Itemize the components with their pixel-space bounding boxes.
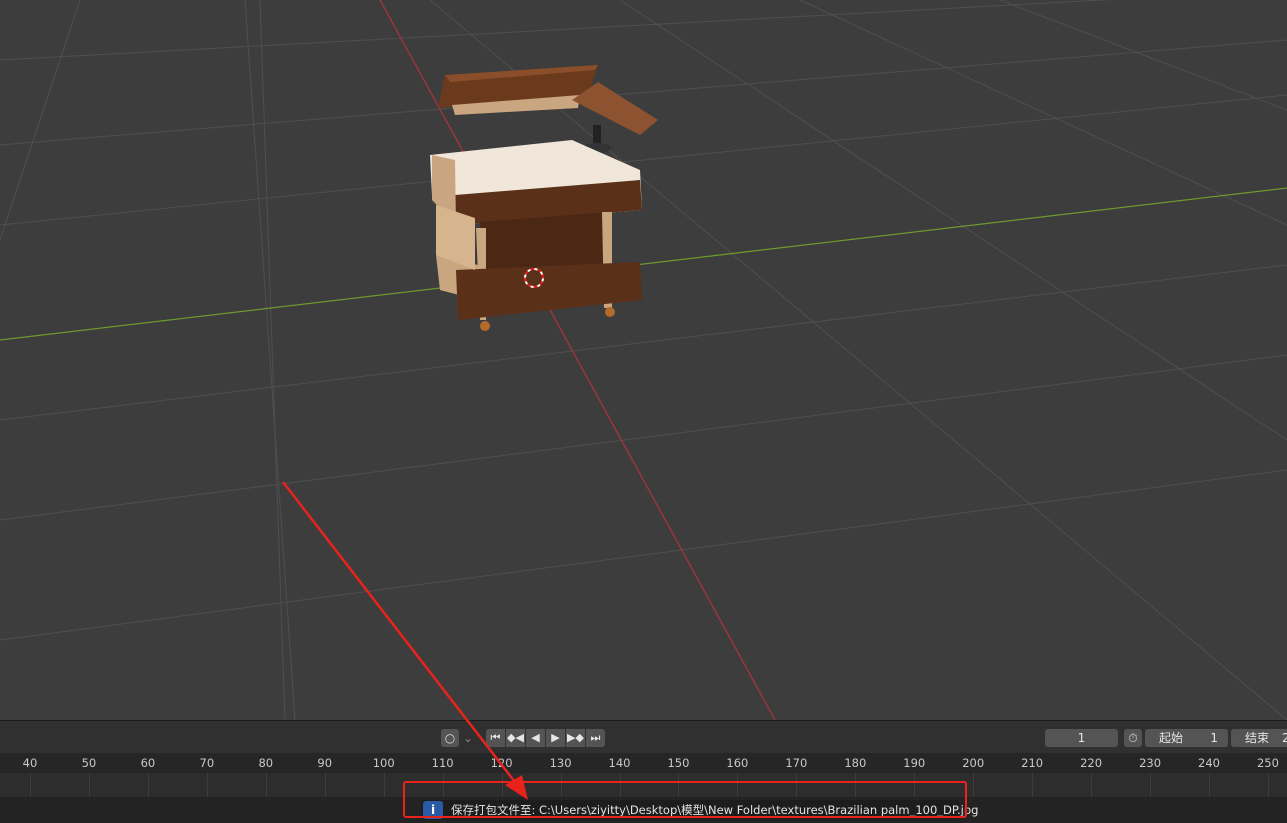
ruler-tick-label: 50 <box>81 756 97 770</box>
ruler-tick-label: 250 <box>1256 756 1279 770</box>
track-gridline <box>1091 773 1093 797</box>
ruler-tick-label: 90 <box>317 756 333 770</box>
track-gridline <box>30 773 31 797</box>
frame-start-field[interactable]: 起始 1 <box>1145 729 1228 747</box>
play-reverse-button[interactable]: ◀ <box>526 729 545 747</box>
ruler-tick-label: 240 <box>1198 756 1220 770</box>
track-gridline <box>1032 773 1034 797</box>
track-gridline <box>1209 773 1210 797</box>
track-gridline <box>383 773 385 797</box>
track-gridline <box>1150 773 1152 797</box>
annotation-highlight-box <box>403 781 967 818</box>
play-icon: ▶ <box>551 731 560 744</box>
record-circle-icon: ○ <box>444 731 456 745</box>
preview-range-button[interactable]: ⏱ <box>1124 729 1142 747</box>
ruler-tick-label: 110 <box>431 756 454 770</box>
prev-keyframe-icon: ◆◀ <box>507 731 524 744</box>
ruler-tick-label: 140 <box>608 756 631 770</box>
jump-to-start-button[interactable]: ⏮ <box>486 729 505 747</box>
timeline-header: ○ ⌄ ⏮ ◆◀ ◀ ▶ ▶◆ ⏭ 1 ⏱ 起始 1 结束 2 <box>0 721 1287 753</box>
jump-end-icon: ⏭ <box>590 731 601 744</box>
ruler-tick-label: 40 <box>22 756 38 770</box>
play-reverse-icon: ◀ <box>531 731 540 744</box>
track-gridline <box>88 773 90 797</box>
track-gridline <box>265 773 267 797</box>
stopwatch-icon: ⏱ <box>1128 731 1138 745</box>
ruler-tick-label: 150 <box>667 756 690 770</box>
ruler-tick-label: 100 <box>372 756 395 770</box>
keying-dropdown[interactable]: ⌄ <box>461 729 475 747</box>
ruler-tick-label: 70 <box>199 756 215 770</box>
ruler-tick-label: 190 <box>903 756 926 770</box>
ruler-tick-label: 120 <box>490 756 513 770</box>
ruler-tick-label: 230 <box>1139 756 1162 770</box>
cabinet-model <box>430 65 658 331</box>
jump-start-icon: ⏮ <box>490 731 501 744</box>
next-keyframe-icon: ▶◆ <box>567 731 584 744</box>
track-gridline <box>1267 773 1269 797</box>
track-gridline <box>206 773 208 797</box>
ruler-tick-label: 60 <box>140 756 156 770</box>
track-gridline <box>147 773 149 797</box>
viewport-grid <box>0 0 1287 720</box>
frame-end-label: 结束 <box>1245 731 1270 745</box>
jump-prev-keyframe-button[interactable]: ◆◀ <box>506 729 525 747</box>
ruler-tick-label: 80 <box>258 756 274 770</box>
frame-start-value: 1 <box>1210 731 1218 745</box>
jump-to-end-button[interactable]: ⏭ <box>586 729 605 747</box>
auto-keying-button[interactable]: ○ <box>441 729 459 747</box>
track-gridline <box>973 773 975 797</box>
current-frame-field[interactable]: 1 <box>1045 729 1118 747</box>
ruler-tick-label: 210 <box>1021 756 1044 770</box>
ruler-tick-label: 220 <box>1080 756 1103 770</box>
frame-end-value: 2 <box>1282 731 1287 745</box>
y-axis-line <box>0 187 1287 341</box>
chevron-down-icon: ⌄ <box>462 731 474 745</box>
track-gridline <box>324 773 326 797</box>
ruler-tick-label: 180 <box>844 756 867 770</box>
ruler-tick-label: 160 <box>726 756 749 770</box>
3d-viewport[interactable] <box>0 0 1287 720</box>
jump-next-keyframe-button[interactable]: ▶◆ <box>566 729 585 747</box>
frame-start-label: 起始 <box>1159 731 1184 745</box>
ruler-tick-label: 130 <box>549 756 572 770</box>
ruler-tick-label: 200 <box>962 756 985 770</box>
play-button[interactable]: ▶ <box>546 729 565 747</box>
frame-ruler[interactable]: 40 50 60 70 80 90 100 110 120 130 140 150 160 170 180 1… <box>0 753 1287 773</box>
ruler-tick-label: 170 <box>785 756 808 770</box>
frame-end-field[interactable]: 结束 2 <box>1231 729 1287 747</box>
